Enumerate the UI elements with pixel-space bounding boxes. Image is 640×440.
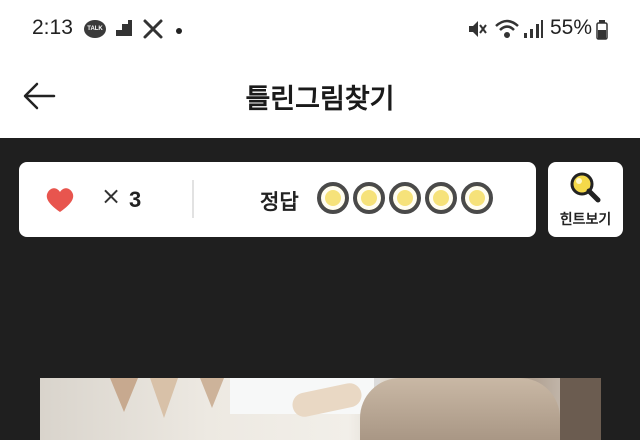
times-sign: ×	[101, 182, 122, 210]
lives-count: 3	[129, 187, 142, 212]
hint-label: 힌트보기	[559, 212, 612, 228]
panel-divider	[192, 180, 194, 218]
image-shadow	[560, 378, 601, 440]
bunting-flag	[200, 378, 224, 408]
bunting-flag	[150, 378, 178, 418]
wifi-icon	[494, 18, 520, 44]
talk-icon: TALK	[84, 20, 106, 38]
screen-icon	[114, 18, 134, 42]
mute-icon	[466, 18, 488, 44]
game-area: × 3 정답 힌트보기	[0, 138, 640, 440]
hint-button[interactable]: 힌트보기	[548, 162, 623, 237]
battery-icon	[596, 20, 608, 44]
magnifier-icon	[567, 170, 605, 212]
app-header: 틀린그림찾기	[0, 60, 640, 138]
person-body	[360, 378, 560, 440]
page-title: 틀린그림찾기	[245, 84, 395, 115]
bunting-flag	[110, 378, 138, 412]
puzzle-image[interactable]	[40, 378, 601, 440]
answer-slot	[317, 182, 349, 214]
answer-slot	[461, 182, 493, 214]
status-bar: 2:13 TALK 55%	[0, 0, 640, 60]
tools-icon	[142, 18, 164, 44]
answer-slots	[317, 182, 493, 218]
status-time: 2:13	[32, 16, 73, 39]
dot-icon	[176, 28, 182, 34]
answer-slot	[425, 182, 457, 214]
answer-label: 정답	[260, 190, 299, 214]
answer-slot	[389, 182, 421, 214]
signal-icon	[522, 18, 544, 44]
battery-level: 55%	[550, 16, 593, 39]
heart-icon	[45, 186, 75, 218]
score-panel: × 3 정답	[19, 162, 536, 237]
answer-slot	[353, 182, 385, 214]
